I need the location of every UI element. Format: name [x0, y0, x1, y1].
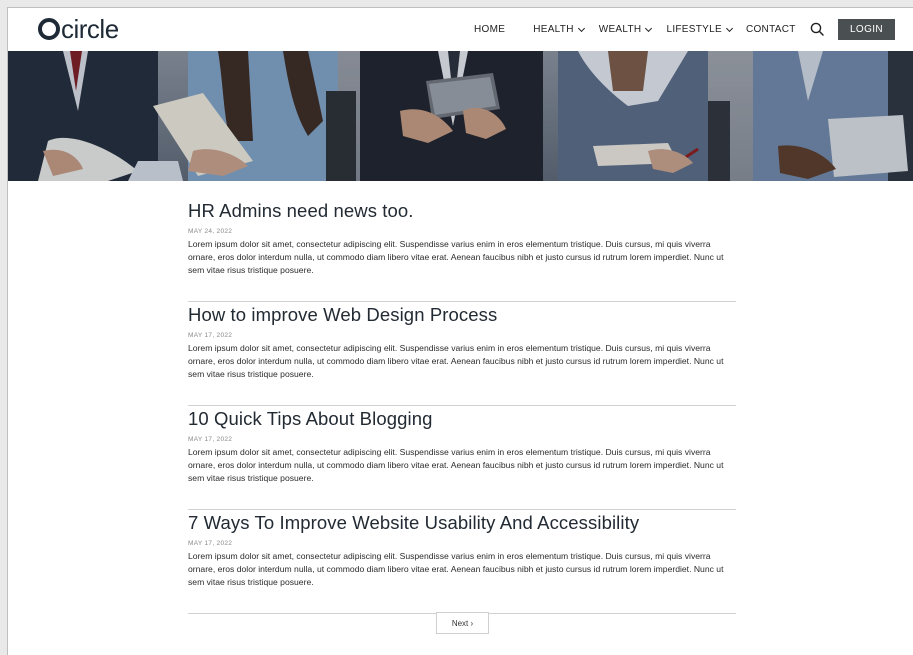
nav-item-contact[interactable]: CONTACT — [746, 24, 796, 35]
post-excerpt: Lorem ipsum dolor sit amet, consectetur … — [188, 343, 724, 379]
nav-item-label: HOME — [474, 24, 506, 35]
nav-item-health[interactable]: HEALTH — [533, 24, 585, 35]
post-item: 7 Ways To Improve Website Usability And … — [188, 510, 736, 614]
login-button[interactable]: LOGIN — [838, 19, 895, 40]
logo-ring-icon — [38, 18, 60, 40]
post-title[interactable]: How to improve Web Design Process — [188, 304, 736, 326]
browser-viewport: circle HOME HEALTH WEALTH LIFESTYLE CONT… — [7, 7, 913, 655]
post-title[interactable]: HR Admins need news too. — [188, 200, 736, 222]
post-item: How to improve Web Design Process MAY 17… — [188, 302, 736, 406]
post-date: MAY 24, 2022 — [188, 228, 233, 235]
chevron-down-icon — [725, 24, 733, 32]
post-excerpt: Lorem ipsum dolor sit amet, consectetur … — [188, 551, 724, 587]
next-page-button[interactable]: Next › — [436, 612, 489, 634]
hero-image — [8, 51, 913, 181]
nav-item-home[interactable]: HOME — [474, 24, 505, 35]
nav-item-label: HEALTH — [533, 24, 574, 35]
chevron-down-icon — [645, 24, 653, 32]
nav-item-lifestyle[interactable]: LIFESTYLE — [666, 24, 733, 35]
post-date: MAY 17, 2022 — [188, 540, 233, 547]
nav-item-wealth[interactable]: WEALTH — [598, 24, 653, 35]
post-date: MAY 17, 2022 — [188, 436, 233, 443]
post-excerpt: Lorem ipsum dolor sit amet, consectetur … — [188, 239, 724, 275]
logo-text: circle — [61, 14, 119, 44]
main-nav: HOME HEALTH WEALTH LIFESTYLE CONTACT — [474, 8, 796, 51]
post-date: MAY 17, 2022 — [188, 332, 233, 339]
post-item: 10 Quick Tips About Blogging MAY 17, 202… — [188, 406, 736, 510]
nav-item-label: WEALTH — [598, 24, 642, 35]
logo[interactable]: circle — [38, 15, 119, 43]
post-item: HR Admins need news too. MAY 24, 2022 Lo… — [188, 198, 736, 302]
nav-item-label: LIFESTYLE — [666, 24, 722, 35]
post-title[interactable]: 10 Quick Tips About Blogging — [188, 408, 736, 430]
nav-item-label: CONTACT — [745, 24, 796, 35]
hero-photo-business-people — [8, 51, 913, 181]
chevron-down-icon — [577, 24, 585, 32]
post-list: HR Admins need news too. MAY 24, 2022 Lo… — [188, 198, 736, 614]
post-title[interactable]: 7 Ways To Improve Website Usability And … — [188, 512, 736, 534]
post-excerpt: Lorem ipsum dolor sit amet, consectetur … — [188, 447, 724, 483]
search-icon[interactable] — [810, 22, 824, 36]
site-header: circle HOME HEALTH WEALTH LIFESTYLE CONT… — [8, 8, 913, 51]
